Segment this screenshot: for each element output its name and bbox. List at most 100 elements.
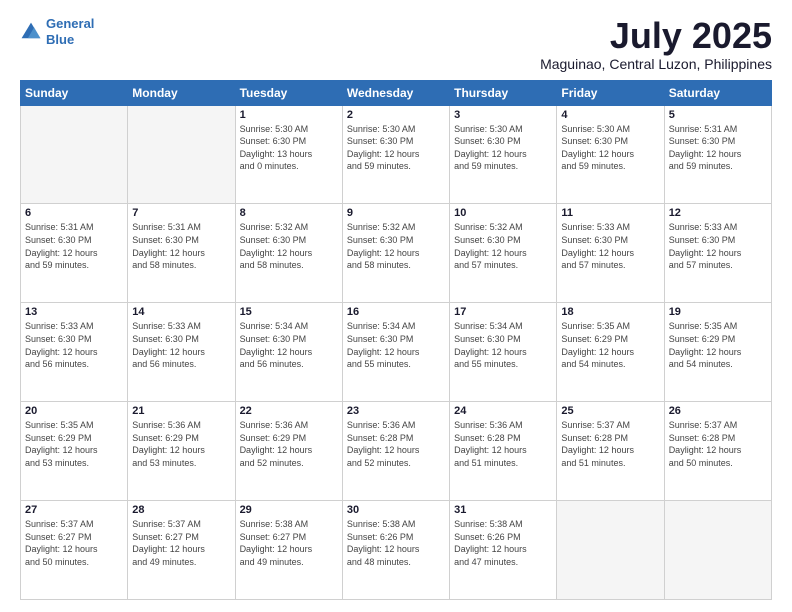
main-title: July 2025 (540, 16, 772, 56)
calendar-header-tuesday: Tuesday (235, 80, 342, 105)
day-number: 23 (347, 405, 445, 417)
calendar-header-sunday: Sunday (21, 80, 128, 105)
day-info: Sunrise: 5:30 AM Sunset: 6:30 PM Dayligh… (561, 123, 659, 173)
calendar-cell: 8 Sunrise: 5:32 AM Sunset: 6:30 PM Daylig… (235, 204, 342, 303)
day-info: Sunrise: 5:33 AM Sunset: 6:30 PM Dayligh… (132, 320, 230, 370)
day-info: Sunrise: 5:33 AM Sunset: 6:30 PM Dayligh… (25, 320, 123, 370)
day-number: 12 (669, 207, 767, 219)
day-number: 18 (561, 306, 659, 318)
logo-text: General Blue (46, 16, 94, 47)
calendar-cell: 31Sunrise: 5:38 AM Sunset: 6:26 PM Dayli… (450, 501, 557, 600)
day-number: 26 (669, 405, 767, 417)
day-number: 25 (561, 405, 659, 417)
title-block: July 2025 Maguinao, Central Luzon, Phili… (540, 16, 772, 72)
calendar-cell: 1Sunrise: 5:30 AM Sunset: 6:30 PM Daylig… (235, 105, 342, 204)
calendar-cell: 16 Sunrise: 5:34 AM Sunset: 6:30 PM Dayli… (342, 303, 449, 402)
day-info: Sunrise: 5:30 AM Sunset: 6:30 PM Dayligh… (347, 123, 445, 173)
day-info: Sunrise: 5:33 AM Sunset: 6:30 PM Dayligh… (669, 221, 767, 271)
day-info: Sunrise: 5:35 AM Sunset: 6:29 PM Dayligh… (25, 419, 123, 469)
day-number: 4 (561, 109, 659, 121)
calendar-header-wednesday: Wednesday (342, 80, 449, 105)
day-number: 19 (669, 306, 767, 318)
day-info: Sunrise: 5:35 AM Sunset: 6:29 PM Dayligh… (669, 320, 767, 370)
logo-line1: General (46, 16, 94, 31)
calendar-cell: 19 Sunrise: 5:35 AM Sunset: 6:29 PM Dayli… (664, 303, 771, 402)
day-info: Sunrise: 5:36 AM Sunset: 6:28 PM Dayligh… (347, 419, 445, 469)
calendar-cell: 2 Sunrise: 5:30 AM Sunset: 6:30 PM Daylig… (342, 105, 449, 204)
calendar-cell: 25 Sunrise: 5:37 AM Sunset: 6:28 PM Dayli… (557, 402, 664, 501)
day-number: 29 (240, 504, 338, 516)
page: General Blue July 2025 Maguinao, Central… (0, 0, 792, 612)
day-number: 2 (347, 109, 445, 121)
day-info: Sunrise: 5:38 AM Sunset: 6:27 PM Dayligh… (240, 518, 338, 568)
day-info: Sunrise: 5:30 AM Sunset: 6:30 PM Dayligh… (454, 123, 552, 173)
day-info: Sunrise: 5:36 AM Sunset: 6:29 PM Dayligh… (132, 419, 230, 469)
calendar-cell: 22 Sunrise: 5:36 AM Sunset: 6:29 PM Dayli… (235, 402, 342, 501)
day-number: 7 (132, 207, 230, 219)
calendar-cell: 24 Sunrise: 5:36 AM Sunset: 6:28 PM Dayli… (450, 402, 557, 501)
day-number: 3 (454, 109, 552, 121)
calendar-cell: 7 Sunrise: 5:31 AM Sunset: 6:30 PM Daylig… (128, 204, 235, 303)
day-number: 15 (240, 306, 338, 318)
calendar-cell: 12 Sunrise: 5:33 AM Sunset: 6:30 PM Dayli… (664, 204, 771, 303)
calendar-cell: 3 Sunrise: 5:30 AM Sunset: 6:30 PM Daylig… (450, 105, 557, 204)
logo: General Blue (20, 16, 94, 47)
calendar-header-thursday: Thursday (450, 80, 557, 105)
day-info: Sunrise: 5:31 AM Sunset: 6:30 PM Dayligh… (132, 221, 230, 271)
day-info: Sunrise: 5:33 AM Sunset: 6:30 PM Dayligh… (561, 221, 659, 271)
day-info: Sunrise: 5:32 AM Sunset: 6:30 PM Dayligh… (347, 221, 445, 271)
day-number: 21 (132, 405, 230, 417)
day-number: 14 (132, 306, 230, 318)
calendar-cell: 4 Sunrise: 5:30 AM Sunset: 6:30 PM Daylig… (557, 105, 664, 204)
day-info: Sunrise: 5:34 AM Sunset: 6:30 PM Dayligh… (347, 320, 445, 370)
day-info: Sunrise: 5:32 AM Sunset: 6:30 PM Dayligh… (240, 221, 338, 271)
calendar-cell: 13 Sunrise: 5:33 AM Sunset: 6:30 PM Dayli… (21, 303, 128, 402)
calendar-cell: 30Sunrise: 5:38 AM Sunset: 6:26 PM Dayli… (342, 501, 449, 600)
logo-icon (20, 21, 42, 43)
calendar-cell: 15 Sunrise: 5:34 AM Sunset: 6:30 PM Dayli… (235, 303, 342, 402)
logo-line2: Blue (46, 32, 74, 47)
calendar-week-3: 13 Sunrise: 5:33 AM Sunset: 6:30 PM Dayli… (21, 303, 772, 402)
day-info: Sunrise: 5:37 AM Sunset: 6:28 PM Dayligh… (561, 419, 659, 469)
day-info: Sunrise: 5:30 AM Sunset: 6:30 PM Dayligh… (240, 123, 338, 173)
day-info: Sunrise: 5:38 AM Sunset: 6:26 PM Dayligh… (347, 518, 445, 568)
day-number: 31 (454, 504, 552, 516)
day-info: Sunrise: 5:31 AM Sunset: 6:30 PM Dayligh… (25, 221, 123, 271)
day-info: Sunrise: 5:37 AM Sunset: 6:27 PM Dayligh… (132, 518, 230, 568)
calendar-week-1: 1Sunrise: 5:30 AM Sunset: 6:30 PM Daylig… (21, 105, 772, 204)
calendar-header-monday: Monday (128, 80, 235, 105)
day-info: Sunrise: 5:34 AM Sunset: 6:30 PM Dayligh… (240, 320, 338, 370)
calendar-cell: 9Sunrise: 5:32 AM Sunset: 6:30 PM Daylig… (342, 204, 449, 303)
day-info: Sunrise: 5:37 AM Sunset: 6:27 PM Dayligh… (25, 518, 123, 568)
day-info: Sunrise: 5:36 AM Sunset: 6:28 PM Dayligh… (454, 419, 552, 469)
day-info: Sunrise: 5:31 AM Sunset: 6:30 PM Dayligh… (669, 123, 767, 173)
subtitle: Maguinao, Central Luzon, Philippines (540, 56, 772, 72)
calendar-cell (21, 105, 128, 204)
calendar-header-friday: Friday (557, 80, 664, 105)
calendar-cell: 6Sunrise: 5:31 AM Sunset: 6:30 PM Daylig… (21, 204, 128, 303)
calendar-table: SundayMondayTuesdayWednesdayThursdayFrid… (20, 80, 772, 600)
day-number: 8 (240, 207, 338, 219)
day-info: Sunrise: 5:36 AM Sunset: 6:29 PM Dayligh… (240, 419, 338, 469)
calendar-cell: 29 Sunrise: 5:38 AM Sunset: 6:27 PM Dayli… (235, 501, 342, 600)
calendar-week-4: 20Sunrise: 5:35 AM Sunset: 6:29 PM Dayli… (21, 402, 772, 501)
day-info: Sunrise: 5:32 AM Sunset: 6:30 PM Dayligh… (454, 221, 552, 271)
day-info: Sunrise: 5:35 AM Sunset: 6:29 PM Dayligh… (561, 320, 659, 370)
calendar-cell (557, 501, 664, 600)
day-info: Sunrise: 5:37 AM Sunset: 6:28 PM Dayligh… (669, 419, 767, 469)
day-number: 11 (561, 207, 659, 219)
day-number: 13 (25, 306, 123, 318)
day-number: 27 (25, 504, 123, 516)
day-number: 16 (347, 306, 445, 318)
day-number: 22 (240, 405, 338, 417)
calendar-week-5: 27 Sunrise: 5:37 AM Sunset: 6:27 PM Dayli… (21, 501, 772, 600)
calendar-cell: 14 Sunrise: 5:33 AM Sunset: 6:30 PM Dayli… (128, 303, 235, 402)
calendar-cell: 5Sunrise: 5:31 AM Sunset: 6:30 PM Daylig… (664, 105, 771, 204)
calendar-cell: 28 Sunrise: 5:37 AM Sunset: 6:27 PM Dayli… (128, 501, 235, 600)
calendar-cell: 10Sunrise: 5:32 AM Sunset: 6:30 PM Dayli… (450, 204, 557, 303)
calendar-cell (128, 105, 235, 204)
day-number: 28 (132, 504, 230, 516)
day-number: 24 (454, 405, 552, 417)
calendar-cell (664, 501, 771, 600)
calendar-week-2: 6Sunrise: 5:31 AM Sunset: 6:30 PM Daylig… (21, 204, 772, 303)
